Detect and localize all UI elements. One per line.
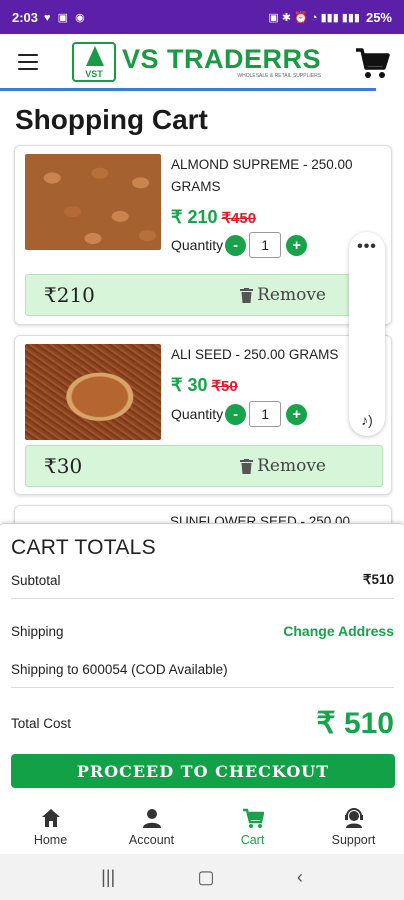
proceed-to-checkout-button[interactable]: PROCEED TO CHECKOUT xyxy=(11,754,395,788)
battery-level: 25% xyxy=(365,9,392,25)
change-address-link[interactable]: Change Address xyxy=(283,623,394,639)
status-bar: 2:03 ♥ ▣ ◉ ▣ ✱ ⏰ ◔ ▮▮▮ ▮▮▮ 25% xyxy=(0,0,404,34)
home-button-icon[interactable]: ▢ xyxy=(198,867,215,888)
remove-button[interactable]: Remove xyxy=(240,285,326,305)
line-total: ₹210 xyxy=(44,283,95,307)
increase-quantity-button[interactable]: + xyxy=(286,234,308,256)
nav-home[interactable]: Home xyxy=(0,800,101,854)
cart-item: ALI SEED - 250.00 GRAMS ₹ 30 ₹50 Quantity… xyxy=(14,335,392,495)
nav-label: Support xyxy=(331,833,376,847)
line-total: ₹30 xyxy=(44,454,83,478)
more-options-icon[interactable]: ••• xyxy=(349,238,385,256)
remove-button[interactable]: Remove xyxy=(240,456,326,476)
app-header: VST VS TRADERRS WHOLESALE & RETAIL SUPPL… xyxy=(0,34,404,90)
shipping-note: Shipping to 600054 (COD Available) xyxy=(11,662,228,677)
price-row: ₹ 30 ₹50 xyxy=(171,375,238,396)
trash-icon xyxy=(240,287,254,303)
product-name[interactable]: ALMOND SUPREME - 250.00 GRAMS xyxy=(171,154,381,198)
system-navigation-bar: ||| ▢ ‹ xyxy=(0,854,404,900)
nav-cart[interactable]: Cart xyxy=(202,800,303,854)
increase-quantity-button[interactable]: + xyxy=(286,403,308,425)
account-icon xyxy=(142,809,161,828)
quantity-value[interactable]: 1 xyxy=(249,232,282,258)
current-price: ₹ 210 xyxy=(171,207,218,227)
recent-apps-icon[interactable]: ||| xyxy=(101,867,115,888)
item-total-bar: ₹30 Remove xyxy=(25,445,383,487)
total-cost-value: ₹ 510 xyxy=(316,707,394,740)
original-price: ₹450 xyxy=(221,210,257,227)
shipping-row: Shipping Change Address xyxy=(11,623,394,639)
header-cart-icon[interactable] xyxy=(354,46,390,80)
price-row: ₹ 210 ₹450 xyxy=(171,207,256,228)
subtotal-value: ₹510 xyxy=(362,572,394,587)
music-icon[interactable]: ♪) xyxy=(349,412,385,428)
header-divider xyxy=(0,88,376,91)
nav-label: Cart xyxy=(240,833,265,847)
item-total-bar: ₹210 Remove xyxy=(25,274,383,316)
decrease-quantity-button[interactable]: - xyxy=(225,234,247,256)
decrease-quantity-button[interactable]: - xyxy=(225,403,247,425)
status-right: ▣ ✱ ⏰ ◔ ▮▮▮ ▮▮▮ 25% xyxy=(268,10,392,25)
status-time: 2:03 xyxy=(12,9,39,25)
logo-mark-icon: VST xyxy=(72,42,116,82)
cart-item: ALMOND SUPREME - 250.00 GRAMS ₹ 210 ₹450 … xyxy=(14,145,392,325)
quantity-label: Quantity xyxy=(171,237,224,253)
cart-icon xyxy=(242,808,264,828)
quantity-stepper: Quantity - 1 + xyxy=(171,401,308,427)
nav-account[interactable]: Account xyxy=(101,800,202,854)
total-cost-label: Total Cost xyxy=(11,716,72,731)
subtotal-row: Subtotal ₹510 xyxy=(11,572,394,588)
shipping-label: Shipping xyxy=(11,623,64,639)
cart-totals-title: CART TOTALS xyxy=(11,536,156,559)
product-image-almonds[interactable] xyxy=(25,154,161,250)
total-row: Total Cost ₹ 510 xyxy=(11,706,394,741)
bottom-navigation: Home Account Cart Support xyxy=(0,800,404,854)
notification-icons: ♥ ▣ ◉ xyxy=(44,11,87,24)
brand-tagline: WHOLESALE & RETAIL SUPPLIERS xyxy=(237,73,322,79)
home-icon xyxy=(41,809,60,827)
subtotal-label: Subtotal xyxy=(11,572,61,588)
product-image-seeds[interactable] xyxy=(25,344,161,440)
floating-widget[interactable]: ••• ♪) xyxy=(349,232,385,436)
nav-label: Home xyxy=(33,833,68,847)
support-icon xyxy=(344,808,363,828)
back-icon[interactable]: ‹ xyxy=(297,867,303,888)
quantity-stepper: Quantity - 1 + xyxy=(171,232,308,258)
system-icons: ▣ ✱ ⏰ ◔ ▮▮▮ ▮▮▮ xyxy=(268,11,360,24)
divider xyxy=(11,598,394,599)
current-price: ₹ 30 xyxy=(171,375,208,395)
page-title: Shopping Cart xyxy=(15,104,208,135)
brand-logo[interactable]: VST VS TRADERRS WHOLESALE & RETAIL SUPPL… xyxy=(72,42,321,82)
quantity-label: Quantity xyxy=(171,406,224,422)
divider xyxy=(11,687,394,688)
hamburger-menu-icon[interactable] xyxy=(18,54,38,70)
nav-support[interactable]: Support xyxy=(303,800,404,854)
shipping-note-row: Shipping to 600054 (COD Available) xyxy=(11,662,394,677)
quantity-value[interactable]: 1 xyxy=(249,401,282,427)
brand-name: VS TRADERRS xyxy=(122,44,322,74)
nav-label: Account xyxy=(128,833,175,847)
cart-totals-panel: CART TOTALS Subtotal ₹510 Shipping Chang… xyxy=(0,523,404,800)
original-price: ₹50 xyxy=(211,378,238,395)
trash-icon xyxy=(240,458,254,474)
